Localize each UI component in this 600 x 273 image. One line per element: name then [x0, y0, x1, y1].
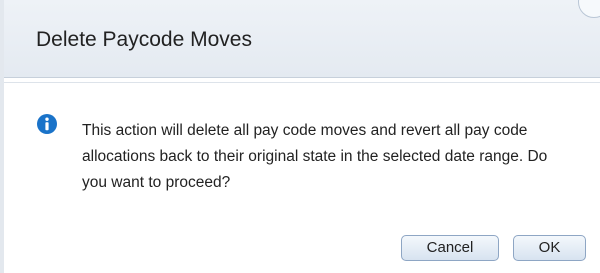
ok-button[interactable]: OK	[513, 235, 586, 261]
header-divider	[4, 82, 600, 83]
info-icon	[37, 114, 57, 134]
dialog-header: Delete Paycode Moves	[4, 0, 600, 78]
dialog-title: Delete Paycode Moves	[36, 28, 252, 51]
dialog-message: This action will delete all pay code mov…	[82, 122, 548, 191]
delete-paycode-moves-dialog: Delete Paycode Moves This action will de…	[0, 0, 600, 273]
cancel-button[interactable]: Cancel	[401, 235, 499, 261]
close-icon[interactable]	[578, 0, 600, 18]
